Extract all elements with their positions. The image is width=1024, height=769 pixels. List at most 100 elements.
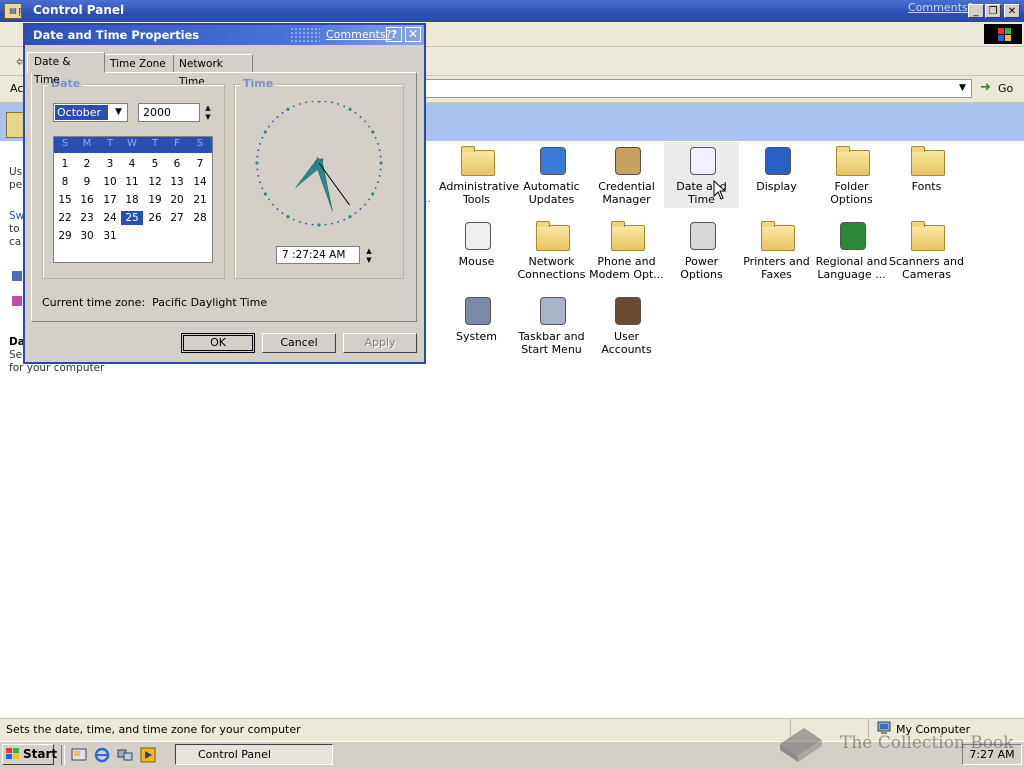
cp-item-display[interactable]: Display <box>739 142 814 208</box>
cancel-button[interactable]: Cancel <box>262 333 336 353</box>
media-player-icon[interactable] <box>140 747 156 763</box>
minimize-button[interactable]: _ <box>968 4 984 18</box>
month-value[interactable]: October <box>55 105 108 120</box>
cp-item-printers-faxes[interactable]: Printers and Faxes <box>739 217 814 283</box>
calendar-day[interactable]: 24 <box>99 211 121 225</box>
clock-tick <box>276 208 279 210</box>
address-input[interactable] <box>424 79 972 98</box>
tab-network-time[interactable]: Network Time <box>173 54 253 88</box>
calendar-day[interactable]: 29 <box>54 229 76 243</box>
calendar-day[interactable]: 11 <box>121 175 143 189</box>
calendar-day[interactable]: 21 <box>189 193 211 207</box>
apply-button[interactable]: Apply <box>343 333 417 353</box>
help-button[interactable]: ? <box>386 27 402 42</box>
clock-tick <box>305 101 308 104</box>
chevron-down-icon[interactable]: ▼ <box>111 104 126 120</box>
calendar-day[interactable]: 16 <box>76 193 98 207</box>
cp-item-admin-tools[interactable]: Administrative Tools <box>439 142 519 208</box>
calendar-day[interactable]: 14 <box>189 175 211 189</box>
cp-item-folder-options[interactable]: Folder Options <box>814 142 889 208</box>
calendar-day[interactable]: 31 <box>99 229 121 243</box>
cp-item-system[interactable]: System <box>439 292 514 358</box>
taskbar-button-control-panel[interactable]: Control Panel <box>175 744 333 765</box>
cp-item-mouse[interactable]: Mouse <box>439 217 514 283</box>
year-down-icon[interactable]: ▼ <box>203 113 213 122</box>
calendar-day[interactable]: 12 <box>144 175 166 189</box>
go-button[interactable]: Go <box>998 82 1013 95</box>
clock-tick <box>354 212 357 215</box>
cp-item-automatic-updates[interactable]: Automatic Updates <box>514 142 589 208</box>
left-pane-task-icon[interactable] <box>12 271 22 281</box>
clock-tick <box>368 198 371 201</box>
year-input[interactable]: 2000 <box>138 103 200 122</box>
address-dropdown-icon[interactable]: ▼ <box>954 80 971 97</box>
close-button[interactable]: ✕ <box>1004 4 1020 18</box>
main-title-bar[interactable] <box>0 0 1024 22</box>
clock-tick <box>343 218 346 221</box>
calendar-day[interactable]: 5 <box>144 157 166 171</box>
calendar-day[interactable]: 18 <box>121 193 143 207</box>
cp-item-date-time[interactable]: Date and Time <box>664 142 739 208</box>
calendar-day-selected[interactable]: 25 <box>121 211 143 225</box>
clock-tick <box>337 221 340 223</box>
left-pane-text: ca <box>9 236 22 248</box>
cp-item-user-accounts[interactable]: User Accounts <box>589 292 664 358</box>
tab-date-time[interactable]: Date & Time <box>27 52 105 86</box>
calendar-day[interactable]: 30 <box>76 229 98 243</box>
clock-tick <box>348 215 352 219</box>
calendar-day[interactable]: 13 <box>166 175 188 189</box>
calendar-day[interactable]: 15 <box>54 193 76 207</box>
menu-item-file[interactable]: F <box>18 6 24 19</box>
cp-item-taskbar-start-menu[interactable]: Taskbar and Start Menu <box>514 292 589 358</box>
calendar-day[interactable]: 4 <box>121 157 143 171</box>
time-input[interactable]: 7 :27:24 AM <box>276 246 360 264</box>
calendar-day[interactable]: 2 <box>76 157 98 171</box>
dialog-comments-link[interactable]: Comments? <box>326 28 391 41</box>
clock-tick <box>324 101 327 103</box>
calendar-day[interactable]: 17 <box>99 193 121 207</box>
calendar-day[interactable]: 19 <box>144 193 166 207</box>
go-arrow-icon[interactable]: ➜ <box>980 81 991 95</box>
calendar-day[interactable]: 20 <box>166 193 188 207</box>
cp-item-label: Mouse <box>458 255 495 268</box>
left-pane-task-icon[interactable] <box>12 296 22 306</box>
cp-item-scanners-cameras[interactable]: Scanners and Cameras <box>889 217 964 283</box>
year-up-icon[interactable]: ▲ <box>203 104 213 113</box>
clock-tick <box>317 223 321 227</box>
restore-button[interactable]: ❐ <box>985 4 1001 18</box>
clock-tick <box>257 174 260 177</box>
cp-item-phone-modem[interactable]: Phone and Modem Opt... <box>589 217 664 283</box>
clock-tick <box>272 203 274 206</box>
calendar-day[interactable]: 28 <box>189 211 211 225</box>
calendar-day[interactable]: 22 <box>54 211 76 225</box>
calendar-day[interactable]: 9 <box>76 175 98 189</box>
calendar-day[interactable]: 6 <box>166 157 188 171</box>
network-connections-icon <box>534 219 570 251</box>
show-desktop-icon[interactable] <box>71 747 87 763</box>
ok-button[interactable]: OK <box>181 333 255 353</box>
calendar-day[interactable]: 3 <box>99 157 121 171</box>
cp-item-power-options[interactable]: Power Options <box>664 217 739 283</box>
calendar-day[interactable]: 8 <box>54 175 76 189</box>
time-up-icon[interactable]: ▲ <box>364 247 374 256</box>
cp-item-credential-manager[interactable]: Credential Manager <box>589 142 664 208</box>
calendar-day[interactable]: 1 <box>54 157 76 171</box>
main-comments-link[interactable]: Comments? <box>908 1 973 14</box>
calendar-day[interactable]: 7 <box>189 157 211 171</box>
watermark-text: The Collection Book <box>840 733 1014 753</box>
cp-item-fonts[interactable]: Fonts <box>889 142 964 208</box>
time-down-icon[interactable]: ▼ <box>364 256 374 265</box>
left-pane-link[interactable]: Sw <box>9 210 24 222</box>
calendar-day[interactable]: 27 <box>166 211 188 225</box>
tab-time-zone[interactable]: Time Zone <box>104 54 174 72</box>
cp-item-network-connections[interactable]: Network Connections <box>514 217 589 283</box>
internet-explorer-icon[interactable] <box>94 747 110 763</box>
network-icon[interactable] <box>117 747 133 763</box>
dialog-close-button[interactable]: ✕ <box>405 27 421 42</box>
calendar-day[interactable]: 10 <box>99 175 121 189</box>
calendar-day[interactable]: 26 <box>144 211 166 225</box>
cp-item-regional-language[interactable]: Regional and Language ... <box>814 217 889 283</box>
calendar-day[interactable]: 23 <box>76 211 98 225</box>
cp-item-label: Credential Manager <box>598 180 655 206</box>
weekday-header: T <box>151 138 159 149</box>
